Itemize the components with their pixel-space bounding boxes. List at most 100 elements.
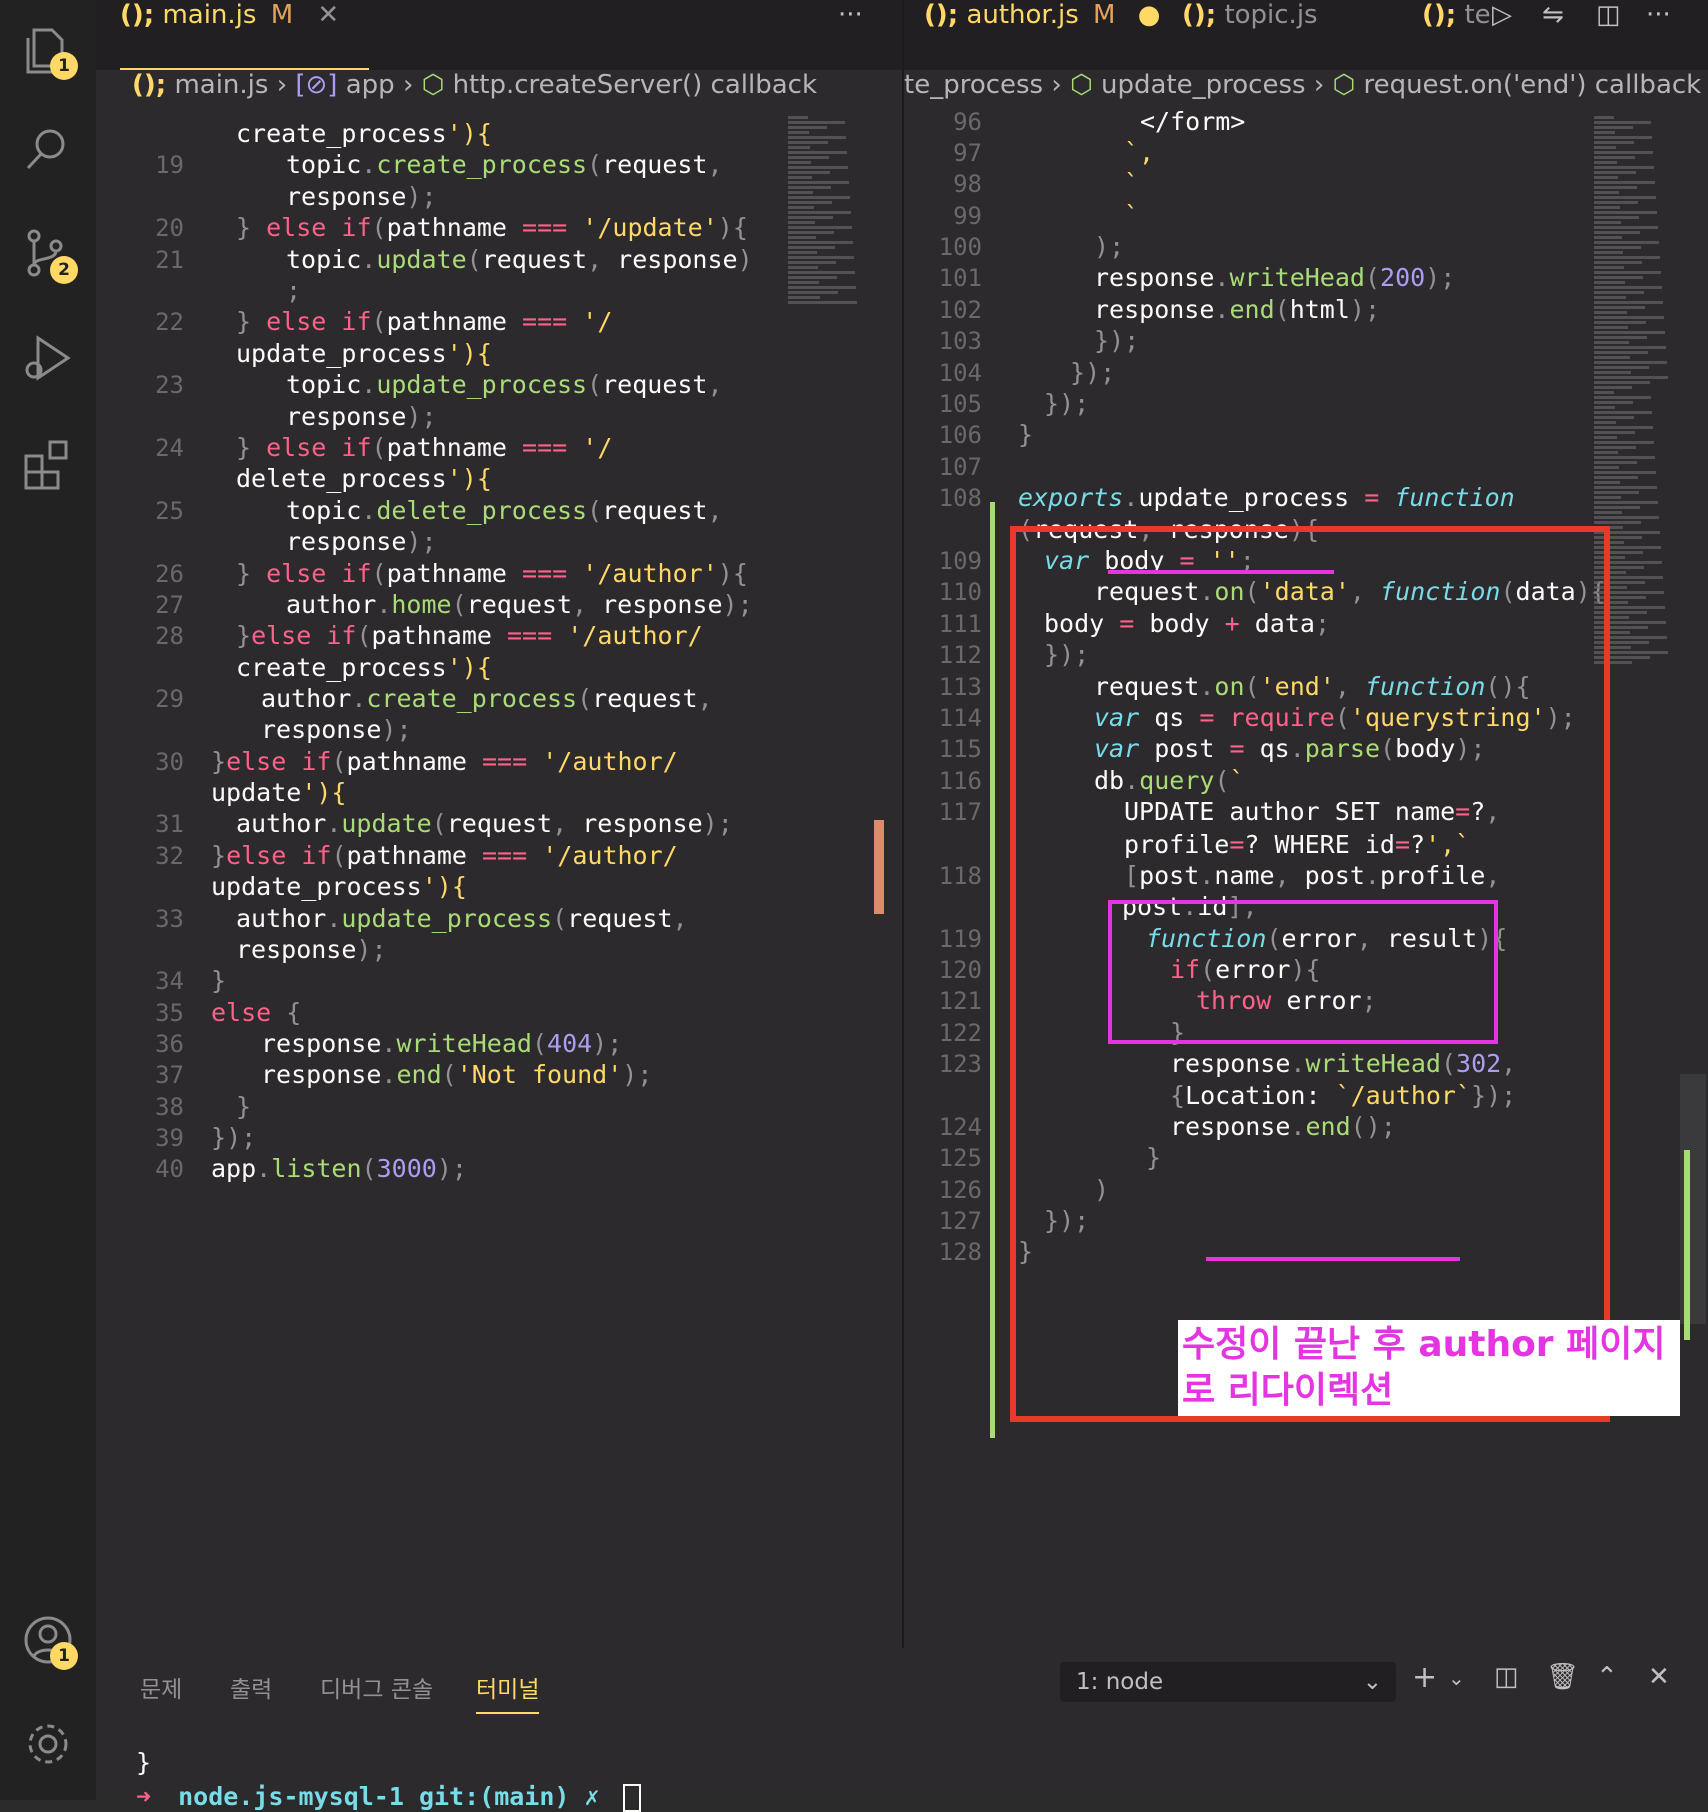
code-line[interactable]: response); xyxy=(261,712,412,748)
minimap-line xyxy=(1594,521,1641,524)
chevron-right-icon: › xyxy=(402,70,414,100)
code-line[interactable]: } else if(pathname === '/update'){ xyxy=(236,210,748,246)
breadcrumb-item[interactable]: main.js xyxy=(174,70,268,100)
breadcrumb-item[interactable]: http.createServer() callback xyxy=(453,70,817,100)
minimap-line xyxy=(1594,196,1656,199)
tab-terminal[interactable]: 터미널 xyxy=(476,1670,540,1714)
code-line[interactable]: }else if(pathname === '/author/ xyxy=(236,618,703,654)
unsaved-dot-icon[interactable]: ● xyxy=(1138,0,1161,30)
minimap-line xyxy=(1594,201,1638,204)
code-line[interactable]: } xyxy=(1018,417,1033,453)
code-line[interactable]: response); xyxy=(236,932,387,968)
code-line[interactable]: topic.update_process(request, xyxy=(286,367,723,403)
tab-label: main.js xyxy=(162,0,257,30)
minimap-line xyxy=(1594,286,1662,289)
split-terminal-icon[interactable]: ◫ xyxy=(1494,1662,1519,1692)
minimap-line xyxy=(1594,256,1660,259)
code-line[interactable]: }); xyxy=(1094,323,1139,359)
gear-icon[interactable] xyxy=(20,1716,76,1772)
minimap-line xyxy=(1594,451,1618,454)
tab-output[interactable]: 출력 xyxy=(230,1670,272,1704)
code-line[interactable]: ` xyxy=(1124,198,1139,234)
maximize-panel-icon[interactable]: ⌃ xyxy=(1596,1662,1618,1692)
explorer-badge: 1 xyxy=(50,52,78,80)
minimap-line xyxy=(788,256,854,259)
minimap-line xyxy=(788,236,816,239)
chevron-down-icon[interactable]: ⌄ xyxy=(1448,1666,1465,1690)
close-icon[interactable]: ✕ xyxy=(317,0,339,30)
source-control-icon[interactable]: 2 xyxy=(20,226,78,284)
code-line[interactable]: response.writeHead(200); xyxy=(1094,260,1455,296)
compare-changes-icon[interactable]: ⇋ xyxy=(1542,0,1564,70)
minimap-line xyxy=(1594,311,1627,314)
minimap-line xyxy=(788,251,817,254)
code-line[interactable]: ` xyxy=(1124,166,1139,202)
minimap-line xyxy=(788,221,815,224)
files-icon[interactable]: 1 xyxy=(20,22,78,80)
minimap-line xyxy=(788,161,811,164)
code-line[interactable]: update_process'){ xyxy=(211,869,467,905)
cube-icon: ⬡ xyxy=(1332,70,1356,100)
extensions-icon[interactable] xyxy=(20,434,76,490)
code-line[interactable]: } else if(pathname === '/ xyxy=(236,304,612,340)
more-actions-icon[interactable]: ··· xyxy=(838,0,863,70)
run-icon[interactable]: ▷ xyxy=(1492,0,1512,70)
line-number: 37 xyxy=(155,1061,184,1089)
minimap-line xyxy=(1594,426,1653,429)
close-panel-icon[interactable]: ✕ xyxy=(1648,1662,1670,1692)
breadcrumb-item[interactable]: update_process xyxy=(1101,70,1306,100)
split-editor-icon[interactable]: ◫ xyxy=(1596,0,1621,70)
terminal-prompt[interactable]: ➜ node.js-mysql-1 git:(main) ✗ xyxy=(136,1782,641,1812)
tab-label: te xyxy=(1464,0,1491,30)
search-icon[interactable] xyxy=(20,122,76,178)
tab-debug-console[interactable]: 디버그 콘솔 xyxy=(320,1670,433,1704)
minimap-line xyxy=(1594,166,1654,169)
tab-topic-js[interactable]: (); topic.js xyxy=(1182,0,1318,70)
line-number: 40 xyxy=(155,1155,184,1183)
breadcrumb-item[interactable]: app xyxy=(346,70,395,100)
run-debug-icon[interactable] xyxy=(20,330,76,386)
minimap-line xyxy=(1594,356,1630,359)
underline-magenta xyxy=(1206,1257,1460,1261)
minimap-line xyxy=(1594,351,1648,354)
minimap-line xyxy=(788,176,812,179)
code-line[interactable]: } xyxy=(211,963,226,999)
breadcrumb-item[interactable]: request.on('end') callback xyxy=(1363,70,1701,100)
trash-icon[interactable]: 🗑 xyxy=(1546,1662,1579,1692)
code-area[interactable]: create_process'){19 topic.create_process(… xyxy=(96,116,902,1648)
code-line[interactable]: topic.create_process(request, xyxy=(286,147,723,183)
code-line[interactable]: response.end('Not found'); xyxy=(261,1057,652,1093)
minimap-line xyxy=(1594,296,1626,299)
minimap-line xyxy=(788,116,808,119)
tab-problems[interactable]: 문제 xyxy=(140,1670,182,1704)
code-line[interactable]: topic.update(request, response) xyxy=(286,242,753,278)
minimap-line xyxy=(1594,211,1657,214)
more-actions-icon[interactable]: ··· xyxy=(1646,0,1671,70)
minimap-line xyxy=(788,136,846,139)
code-line[interactable]: delete_process'){ xyxy=(236,461,492,497)
minimap-line xyxy=(1594,466,1619,469)
activity-bar: 1 2 1 xyxy=(0,0,96,1800)
tab-author-js[interactable]: (); author.js M ● xyxy=(924,0,1160,70)
minimap-line xyxy=(788,281,819,284)
minimap-line xyxy=(1594,361,1667,364)
code-line[interactable]: author.update(request, response); xyxy=(236,806,733,842)
code-line[interactable]: exports.update_process = function xyxy=(1018,480,1515,516)
minimap[interactable] xyxy=(788,116,868,306)
add-terminal-icon[interactable]: + xyxy=(1412,1660,1437,1695)
minimap-line xyxy=(788,241,853,244)
terminal-select[interactable]: 1: node ⌄ xyxy=(1060,1662,1396,1702)
minimap-line xyxy=(788,191,813,194)
minimap-line xyxy=(788,166,848,169)
tab-truncated[interactable]: (); te xyxy=(1422,0,1491,70)
code-line[interactable]: app.listen(3000); xyxy=(211,1151,467,1187)
minimap-line xyxy=(1594,281,1625,284)
line-number: 112 xyxy=(938,641,982,669)
code-line[interactable]: }); xyxy=(1044,386,1089,422)
tab-label: author.js xyxy=(966,0,1079,30)
account-icon[interactable]: 1 xyxy=(20,1612,78,1670)
breadcrumb-item[interactable]: te_process xyxy=(904,70,1043,100)
code-line[interactable]: response); xyxy=(286,524,437,560)
code-line[interactable]: </form> xyxy=(1140,104,1245,140)
tab-main-js[interactable]: (); main.js M ✕ xyxy=(120,0,370,70)
